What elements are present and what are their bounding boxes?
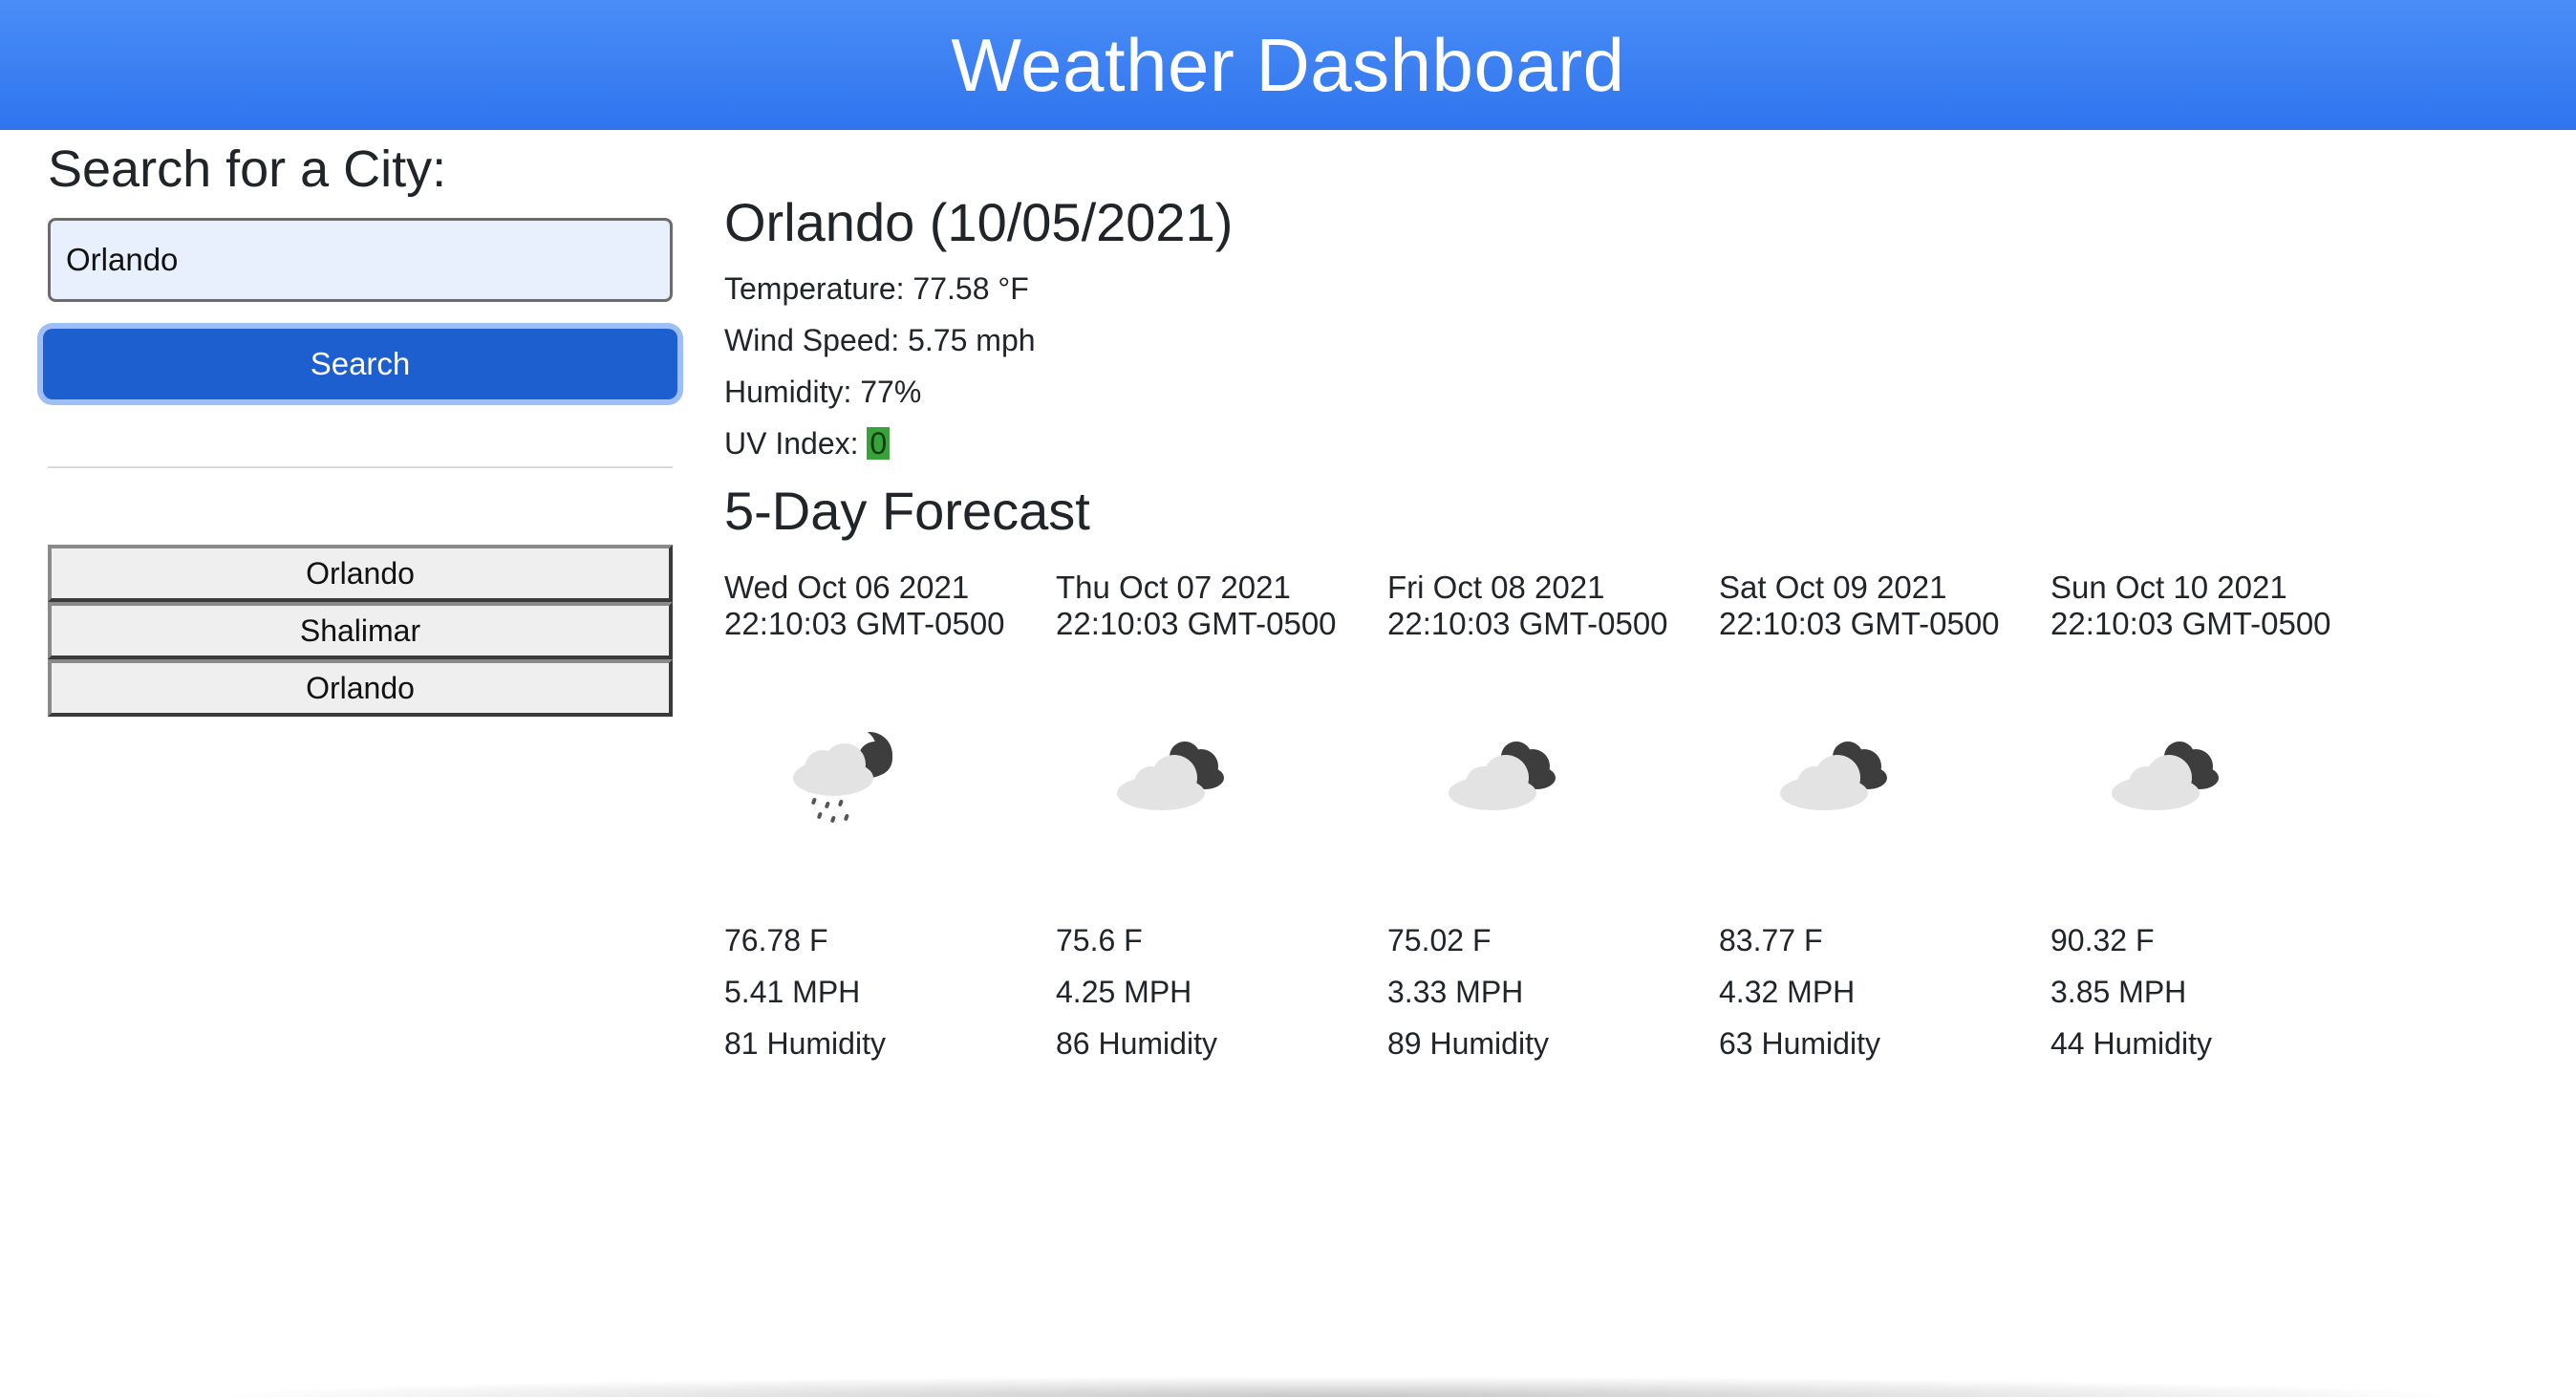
current-city-title: Orlando (10/05/2021)	[724, 192, 1234, 252]
forecast-title: 5-Day Forecast	[724, 481, 1090, 541]
forecast-wind: 4.32 MPH	[1719, 975, 1856, 1009]
history-item-orlando-2[interactable]: Orlando	[48, 659, 673, 717]
forecast-wind: 3.85 MPH	[2050, 975, 2187, 1009]
forecast-day-date: Sun Oct 10 2021 22:10:03 GMT-0500	[2050, 570, 2331, 641]
forecast-day-card: Sun Oct 10 2021 22:10:03 GMT-0500 90.32 …	[2050, 570, 2366, 1061]
forecast-temp: 83.77 F	[1719, 923, 1823, 957]
forecast-humidity: 81 Humidity	[724, 1026, 886, 1061]
clouds-icon	[1449, 741, 1556, 810]
current-uv-index: UV Index: 0	[724, 426, 891, 462]
forecast-temp: 76.78 F	[724, 923, 828, 957]
forecast-day-card: Sat Oct 09 2021 22:10:03 GMT-0500 83.77 …	[1719, 570, 2034, 1061]
forecast-humidity: 44 Humidity	[2050, 1026, 2212, 1061]
search-heading: Search for a City:	[48, 140, 447, 198]
app-header: Weather Dashboard	[0, 0, 2576, 130]
search-history-list: Orlando Shalimar Orlando	[48, 545, 673, 717]
current-humidity: Humidity: 77%	[724, 375, 922, 409]
forecast-day-date: Thu Oct 07 2021 22:10:03 GMT-0500	[1056, 570, 1337, 641]
forecast-day-date: Fri Oct 08 2021 22:10:03 GMT-0500	[1387, 570, 1668, 641]
forecast-wind: 3.33 MPH	[1387, 975, 1524, 1009]
uv-index-badge: 0	[867, 427, 891, 460]
history-item-orlando[interactable]: Orlando	[48, 545, 673, 602]
forecast-row: Wed Oct 06 2021 22:10:03 GMT-0500 76.78 …	[724, 570, 2387, 1181]
forecast-day-date: Wed Oct 06 2021 22:10:03 GMT-0500	[724, 570, 1005, 641]
clouds-icon	[2112, 741, 2219, 810]
forecast-day-card: Fri Oct 08 2021 22:10:03 GMT-0500 75.02 …	[1387, 570, 1703, 1061]
forecast-temp: 75.02 F	[1387, 923, 1492, 957]
window-bottom-shadow	[191, 1376, 2484, 1397]
forecast-humidity: 89 Humidity	[1387, 1026, 1549, 1061]
forecast-wind: 5.41 MPH	[724, 975, 861, 1009]
forecast-day-card: Thu Oct 07 2021 22:10:03 GMT-0500 75.6 F…	[1056, 570, 1371, 1061]
current-temperature: Temperature: 77.58 °F	[724, 271, 1029, 306]
uv-index-label: UV Index:	[724, 426, 868, 461]
forecast-temp: 75.6 F	[1056, 923, 1143, 957]
city-search-input[interactable]	[48, 218, 673, 302]
current-wind-speed: Wind Speed: 5.75 mph	[724, 323, 1036, 357]
sidebar-divider	[48, 466, 673, 468]
forecast-temp: 90.32 F	[2050, 923, 2155, 957]
rain-night-icon	[793, 729, 892, 823]
app-title: Weather Dashboard	[951, 22, 1625, 107]
search-button[interactable]: Search	[43, 329, 677, 399]
history-item-shalimar[interactable]: Shalimar	[48, 602, 673, 659]
forecast-humidity: 63 Humidity	[1719, 1026, 1880, 1061]
forecast-day-card: Wed Oct 06 2021 22:10:03 GMT-0500 76.78 …	[724, 570, 1040, 1061]
forecast-day-date: Sat Oct 09 2021 22:10:03 GMT-0500	[1719, 570, 2000, 641]
clouds-icon	[1780, 741, 1887, 810]
forecast-wind: 4.25 MPH	[1056, 975, 1192, 1009]
clouds-icon	[1117, 741, 1224, 810]
forecast-humidity: 86 Humidity	[1056, 1026, 1217, 1061]
